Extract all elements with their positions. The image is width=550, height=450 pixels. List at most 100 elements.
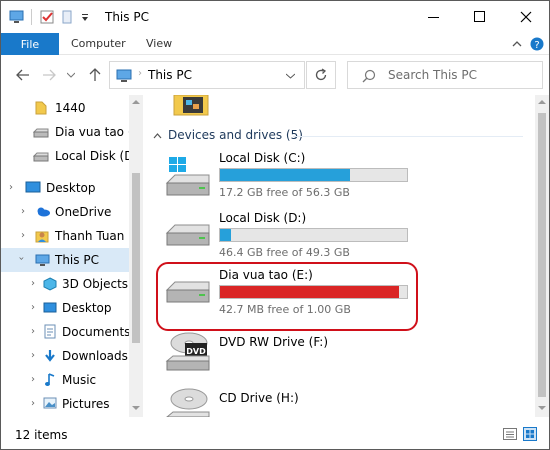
up-arrow-icon <box>89 68 101 81</box>
content-pane: Devices and drives (5) Local Disk (C:) 1… <box>143 95 535 417</box>
user-folder-icon <box>35 231 49 243</box>
close-icon <box>520 11 532 23</box>
refresh-icon <box>315 68 327 81</box>
pictures-icon <box>43 397 57 409</box>
up-button[interactable] <box>85 65 105 85</box>
nav-item-desktop-root[interactable]: › Desktop <box>1 176 129 200</box>
nav-item-thanh-tuan[interactable]: › Thanh Tuan <box>1 224 129 248</box>
desktop-icon <box>25 181 41 193</box>
new-folder-icon[interactable] <box>61 9 75 25</box>
minimize-icon <box>428 17 439 18</box>
title-bar: This PC <box>1 1 549 33</box>
chevron-right-icon[interactable]: › <box>21 230 25 241</box>
large-icons-view-icon[interactable] <box>523 427 537 441</box>
nav-item-this-pc[interactable]: › This PC <box>1 248 129 272</box>
drive-item-d[interactable]: Local Disk (D:) 46.4 GB free of 49.3 GB <box>163 211 523 267</box>
customize-toolbar-icon[interactable] <box>81 14 89 22</box>
close-button[interactable] <box>503 1 549 33</box>
this-pc-icon <box>116 69 132 82</box>
ribbon-tabs: File Computer View ? <box>1 33 549 55</box>
drive-free-space: 42.7 MB free of 1.00 GB <box>219 303 351 316</box>
drive-name: Local Disk (C:) <box>219 151 306 165</box>
drive-item-e[interactable]: Dia vua tao (E:) 42.7 MB free of 1.00 GB <box>163 268 523 324</box>
drive-usage-bar <box>219 228 408 242</box>
item-count: 12 items <box>15 428 68 442</box>
scroll-up-icon[interactable] <box>132 99 140 105</box>
minimize-button[interactable] <box>411 1 457 33</box>
chevron-down-icon[interactable]: › <box>16 257 27 261</box>
onedrive-cloud-icon <box>37 207 50 217</box>
search-input[interactable]: Search This PC <box>388 68 477 82</box>
navigation-pane: 1440 Dia vua tao (E Local Disk (D:) › De… <box>1 95 143 417</box>
nav-item-music[interactable]: › Music <box>1 368 129 392</box>
address-bar[interactable]: › This PC <box>109 61 305 89</box>
forward-arrow-icon <box>43 69 56 81</box>
back-arrow-icon <box>16 69 29 81</box>
separator <box>31 9 32 25</box>
drive-icon <box>33 128 49 138</box>
drive-name: DVD RW Drive (F:) <box>219 335 329 349</box>
svg-text:DVD: DVD <box>186 347 206 356</box>
tab-view[interactable]: View <box>146 37 172 50</box>
scroll-down-icon[interactable] <box>132 405 140 411</box>
nav-item-downloads[interactable]: › Downloads <box>1 344 129 368</box>
dvd-drive-icon: DVD <box>165 332 210 371</box>
maximize-button[interactable] <box>457 1 503 33</box>
nav-item-desktop[interactable]: › Desktop <box>1 296 129 320</box>
drive-icon <box>33 152 49 162</box>
drive-item-dvd[interactable]: DVD DVD RW Drive (F:) <box>163 332 523 389</box>
recent-locations-button[interactable] <box>61 65 81 85</box>
nav-scrollbar[interactable] <box>129 95 143 417</box>
search-box[interactable]: Search This PC <box>347 61 543 89</box>
nav-item-1440[interactable]: 1440 <box>1 96 129 120</box>
search-icon <box>362 69 376 83</box>
drive-usage-fill <box>220 229 232 241</box>
nav-item-3d-objects[interactable]: › 3D Objects <box>1 272 129 296</box>
chevron-right-icon[interactable]: › <box>21 206 25 217</box>
chevron-right-icon[interactable]: › <box>31 302 35 313</box>
tab-file[interactable]: File <box>1 33 59 55</box>
nav-item-local-disk-d[interactable]: Local Disk (D:) <box>1 144 129 168</box>
back-button[interactable] <box>13 65 33 85</box>
music-note-icon <box>45 373 55 386</box>
address-dropdown-icon[interactable] <box>286 73 295 79</box>
drive-name: Dia vua tao (E:) <box>219 268 313 282</box>
nav-item-dia-vua-tao[interactable]: Dia vua tao (E <box>1 120 129 144</box>
this-pc-icon[interactable] <box>9 9 27 25</box>
chevron-right-icon[interactable]: › <box>31 374 35 385</box>
forward-button[interactable] <box>39 65 59 85</box>
drive-free-space: 46.4 GB free of 49.3 GB <box>219 246 350 259</box>
maximize-icon <box>474 11 485 22</box>
videos-folder-icon[interactable] <box>173 95 209 117</box>
breadcrumb-this-pc[interactable]: This PC <box>148 68 192 82</box>
drive-name: CD Drive (H:) <box>219 391 299 405</box>
content-scrollbar-thumb[interactable] <box>538 113 546 397</box>
nav-scrollbar-thumb[interactable] <box>132 173 140 343</box>
details-view-icon[interactable] <box>503 428 517 440</box>
downloads-icon <box>45 350 55 362</box>
breadcrumb-separator-icon: › <box>138 68 142 79</box>
nav-item-onedrive[interactable]: › OneDrive <box>1 200 129 224</box>
chevron-right-icon[interactable]: › <box>9 182 13 193</box>
drive-item-c[interactable]: Local Disk (C:) 17.2 GB free of 56.3 GB <box>163 151 523 207</box>
status-bar: 12 items <box>1 417 549 449</box>
help-icon[interactable]: ? <box>529 36 545 52</box>
chevron-right-icon[interactable]: › <box>31 350 35 361</box>
this-pc-icon <box>35 254 50 266</box>
refresh-button[interactable] <box>306 61 336 89</box>
group-title: Devices and drives (5) <box>168 128 303 142</box>
properties-icon[interactable] <box>39 9 55 25</box>
chevron-right-icon[interactable]: › <box>31 278 35 289</box>
nav-item-pictures[interactable]: › Pictures <box>1 392 129 416</box>
content-scrollbar[interactable] <box>535 95 549 417</box>
scroll-down-icon[interactable] <box>538 405 546 411</box>
drive-icon <box>165 224 210 246</box>
tab-computer[interactable]: Computer <box>71 37 126 50</box>
drive-item-cd[interactable]: CD Drive (H:) <box>163 388 523 417</box>
scroll-up-icon[interactable] <box>538 99 546 105</box>
chevron-right-icon[interactable]: › <box>31 326 35 337</box>
expand-ribbon-icon[interactable] <box>512 40 522 48</box>
chevron-right-icon[interactable]: › <box>31 398 35 409</box>
devices-drives-group-header[interactable]: Devices and drives (5) <box>153 128 303 142</box>
nav-item-documents[interactable]: › Documents <box>1 320 129 344</box>
